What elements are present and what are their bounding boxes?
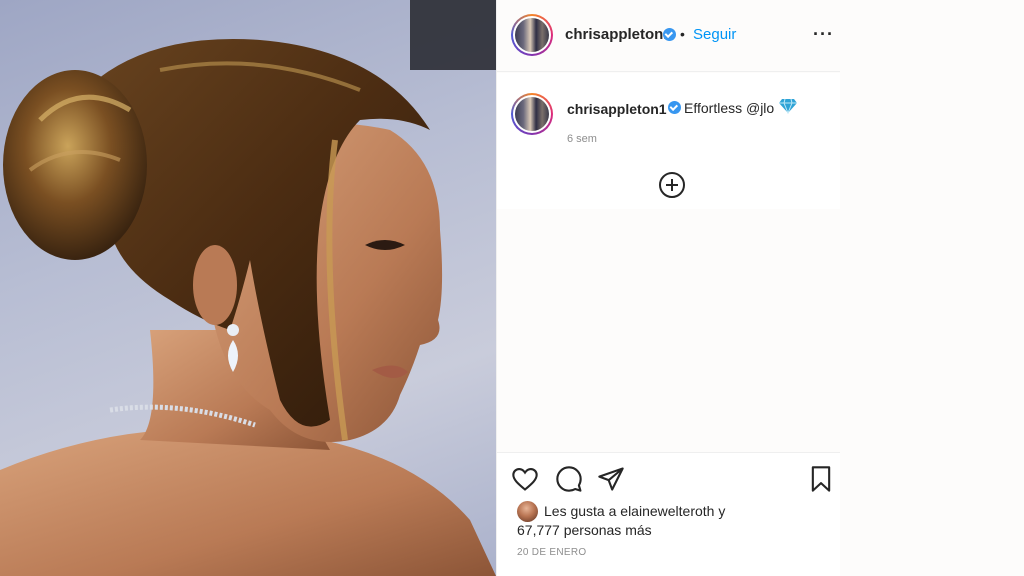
follow-button[interactable]: Seguir: [693, 26, 736, 43]
paper-plane-icon[interactable]: [597, 465, 625, 493]
liker-avatar[interactable]: [517, 501, 538, 522]
load-more-comments-icon[interactable]: [659, 172, 685, 198]
likes-suffix[interactable]: personas más: [564, 522, 652, 538]
post-panel: chrisappleton1 • Seguir ··· chrisappleto…: [496, 0, 841, 576]
author-username[interactable]: chrisappleton1: [565, 26, 672, 43]
verified-badge-icon: [663, 28, 676, 41]
verified-badge-icon: [668, 101, 681, 114]
post-photo-illustration: [0, 0, 496, 576]
likes-count[interactable]: 67,777: [517, 522, 560, 538]
caption-username[interactable]: chrisappleton1: [567, 101, 667, 117]
action-bar: Les gusta a elainewelteroth y 67,777 per…: [497, 452, 841, 576]
author-avatar[interactable]: [511, 14, 553, 56]
page-background: [840, 0, 1024, 576]
post-header: chrisappleton1 • Seguir ···: [497, 0, 841, 72]
time-ago: 6 sem: [567, 133, 597, 145]
caption-avatar[interactable]: [511, 93, 553, 135]
caption-section: chrisappleton1 Effortless @jlo 6 sem: [497, 73, 841, 209]
heart-icon[interactable]: [511, 465, 539, 493]
separator-dot: •: [680, 26, 685, 42]
post-photo: [0, 0, 496, 576]
gem-icon: [779, 98, 797, 114]
liker-username[interactable]: elainewelteroth: [620, 503, 714, 519]
caption-text: Effortless @jlo: [684, 100, 775, 116]
more-options-icon[interactable]: ···: [813, 24, 834, 45]
comment-icon[interactable]: [555, 465, 583, 493]
bookmark-icon[interactable]: [807, 465, 835, 493]
likes-conjunction: y: [718, 503, 726, 519]
post-date: 20 DE ENERO: [517, 547, 587, 558]
likes-line-1: Les gusta a elainewelteroth y: [544, 503, 725, 519]
likes-line-2[interactable]: 67,777 personas más: [517, 522, 652, 538]
likes-prefix: Les gusta a: [544, 503, 617, 519]
